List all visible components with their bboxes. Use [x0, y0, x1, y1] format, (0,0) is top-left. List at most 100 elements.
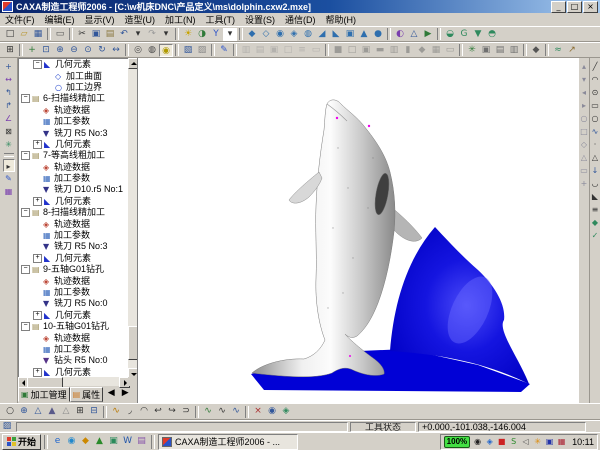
grid-display-icon[interactable]: ⊠ [3, 125, 15, 138]
tree-item[interactable]: ○加工边界 [19, 82, 128, 93]
offset-draw-icon[interactable]: ≡ [589, 203, 600, 216]
panel-tab-properties[interactable]: ▤属性 [70, 387, 104, 402]
tree-horizontal-scrollbar[interactable] [18, 377, 128, 386]
tree-item[interactable]: ◈轨迹数据 [19, 332, 128, 343]
expand-toggle[interactable]: + [33, 311, 42, 320]
sound-icon[interactable]: ◁ [520, 436, 531, 448]
menu-item[interactable]: 设置(S) [240, 13, 280, 26]
zoom-in-icon[interactable]: ⊕ [53, 44, 67, 57]
curve-trim-icon[interactable]: ◞ [123, 405, 137, 418]
dolphin-wave-model[interactable] [138, 58, 579, 403]
panel-tab-machining-manager[interactable]: ▣加工管理 [18, 387, 70, 402]
undo-icon[interactable]: ↶ [117, 28, 131, 41]
spline-curve-icon[interactable]: ∿ [109, 405, 123, 418]
start-button[interactable]: 开始 [2, 434, 41, 450]
expand-toggle[interactable]: + [33, 197, 42, 206]
tree-item[interactable]: ▦加工参数 [19, 173, 128, 184]
messenger-icon[interactable]: S [508, 436, 519, 448]
input-method-icon[interactable]: ▦ [556, 436, 567, 448]
revolve-icon[interactable]: ◉ [273, 28, 287, 41]
save-file-icon[interactable]: ▦ [31, 28, 45, 41]
line-draw-icon[interactable]: ╱ [589, 60, 600, 73]
hole-feature-icon[interactable]: ● [371, 28, 385, 41]
media-player-icon[interactable]: ▲ [93, 435, 106, 448]
g-code-icon[interactable]: G [457, 28, 471, 41]
zoom-rect-icon[interactable]: ⊡ [39, 44, 53, 57]
rect-draw-icon[interactable]: ▭ [589, 99, 600, 112]
shield-icon[interactable]: ◆ [79, 435, 92, 448]
taskbar-caxa-button[interactable]: CAXA制造工程师2006 - ... [158, 434, 298, 450]
cut-icon[interactable]: ✂ [75, 28, 89, 41]
command-field[interactable] [16, 422, 348, 432]
tree-item[interactable]: ◇加工曲面 [19, 70, 128, 81]
chamfer-draw-icon[interactable]: ◣ [589, 190, 600, 203]
collision-check-icon[interactable]: ◆ [529, 44, 543, 57]
new-file-icon[interactable]: □ [3, 28, 17, 41]
render-flower-icon[interactable]: ✳ [3, 138, 15, 151]
update-icon[interactable]: ✳ [532, 436, 543, 448]
fillet-draw-icon[interactable]: ◡ [589, 177, 600, 190]
curve-project-icon[interactable]: ▥ [239, 44, 253, 57]
maximize-button[interactable]: □ [567, 1, 582, 13]
tree-item[interactable]: ▼铣刀 R5 No:3 [19, 127, 128, 138]
menu-item[interactable]: 编辑(E) [40, 13, 80, 26]
tab-scroll-right-icon[interactable]: ▶ [118, 387, 132, 400]
curve-point-icon[interactable]: ◉ [265, 405, 279, 418]
volume-icon[interactable]: ◉ [472, 436, 483, 448]
ortho-mode-icon[interactable]: ↗ [565, 44, 579, 57]
menu-item[interactable]: 工具(T) [201, 13, 241, 26]
tree-item[interactable]: −▤9-五轴G01钻孔 [19, 264, 128, 275]
open-file-icon[interactable]: ▱ [17, 28, 31, 41]
grid-tool-icon[interactable]: ⊞ [73, 405, 87, 418]
color-picker-swatch[interactable]: ▾ [223, 28, 237, 41]
print-icon[interactable]: ▭ [53, 28, 67, 41]
wave-curve-1-icon[interactable]: ∿ [201, 405, 215, 418]
machine-settings-icon[interactable]: ▤ [493, 44, 507, 57]
collapse-toggle[interactable]: − [33, 60, 42, 69]
tree-item[interactable]: ▦加工参数 [19, 344, 128, 355]
trajectory-simulate-icon[interactable]: ▶ [421, 28, 435, 41]
polygon-draw-icon[interactable]: △ [589, 151, 600, 164]
cylinder-tool-icon[interactable]: ▲ [45, 405, 59, 418]
collapse-toggle[interactable]: − [21, 208, 30, 217]
solid-subtract-icon[interactable]: □ [345, 44, 359, 57]
tree-item[interactable]: ◈轨迹数据 [19, 218, 128, 229]
taskbar-clock[interactable]: 10:11 [569, 437, 594, 447]
solid-intersect-icon[interactable]: ▣ [359, 44, 373, 57]
select-arrow-icon[interactable]: ▸ [3, 159, 15, 172]
fillet-feature-icon[interactable]: ◢ [315, 28, 329, 41]
mesh-surface-icon[interactable]: ⊟ [87, 405, 101, 418]
collapse-toggle[interactable]: − [21, 94, 30, 103]
antivirus-icon[interactable]: ■ [496, 436, 507, 448]
arc-draw-icon[interactable]: ◠ [589, 73, 600, 86]
wave-curve-3-icon[interactable]: ∿ [229, 405, 243, 418]
curve-return-icon[interactable]: ↩ [151, 405, 165, 418]
redo-icon[interactable]: ↷ [145, 28, 159, 41]
curve-forward-icon[interactable]: ↪ [165, 405, 179, 418]
tree-item[interactable]: ▼铣刀 R5 No:0 [19, 298, 128, 309]
minimize-button[interactable]: _ [551, 1, 566, 13]
copy-icon[interactable]: ▣ [89, 28, 103, 41]
tool-library-icon[interactable]: ▼ [471, 28, 485, 41]
solid-shell-icon[interactable]: ▥ [387, 44, 401, 57]
projection-draw-icon[interactable]: ↓ [589, 164, 600, 177]
solid-mirror-icon[interactable]: ▭ [443, 44, 457, 57]
spline-draw-icon[interactable]: ∿ [589, 125, 600, 138]
solid-split-icon[interactable]: ▬ [373, 44, 387, 57]
ie-icon[interactable]: e [51, 435, 64, 448]
measure-angle-icon[interactable]: ∠ [3, 112, 15, 125]
circle-draw-icon[interactable]: ⊙ [589, 86, 600, 99]
machine-tool-icon[interactable]: ▥ [507, 44, 521, 57]
solid-draft-icon[interactable]: ◆ [415, 44, 429, 57]
pan-view-icon[interactable]: + [25, 44, 39, 57]
viewport-3d[interactable] [137, 58, 578, 403]
surface-extend-icon[interactable]: □ [281, 44, 295, 57]
render-mode-icon[interactable]: ◑ [195, 28, 209, 41]
word-icon[interactable]: W [121, 435, 134, 448]
layer-manager-icon[interactable]: ▧ [181, 44, 195, 57]
zoom-fit-icon[interactable]: ⊙ [81, 44, 95, 57]
tab-scroll-left-icon[interactable]: ◀ [104, 387, 118, 400]
trajectory-edit-icon[interactable]: △ [407, 28, 421, 41]
simulate-check-icon[interactable]: ✳ [465, 44, 479, 57]
panes-toggle-icon[interactable]: ⊞ [3, 44, 17, 57]
